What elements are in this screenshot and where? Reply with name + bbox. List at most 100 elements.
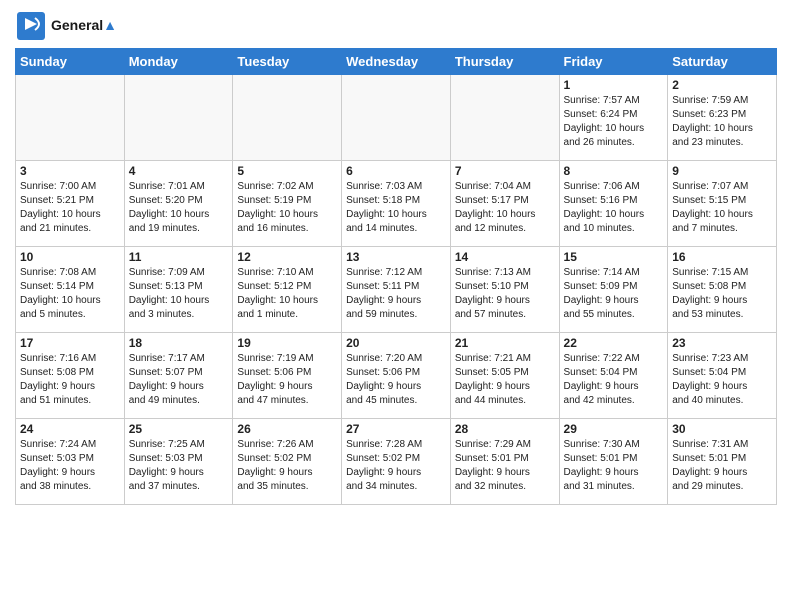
day-number: 18 (129, 336, 229, 350)
calendar-cell: 30 Sunrise: 7:31 AM Sunset: 5:01 PM Dayli… (668, 419, 777, 505)
calendar-cell: 25 Sunrise: 7:25 AM Sunset: 5:03 PM Dayli… (124, 419, 233, 505)
day-info: Sunrise: 7:14 AM Sunset: 5:09 PM Dayligh… (564, 266, 664, 322)
day-number: 1 (564, 78, 664, 92)
calendar-cell (450, 75, 559, 161)
day-info: Sunrise: 7:00 AM Sunset: 5:21 PM Dayligh… (20, 180, 120, 236)
weekday-header-wednesday: Wednesday (342, 49, 451, 75)
day-number: 13 (346, 250, 446, 264)
day-number: 2 (672, 78, 772, 92)
day-number: 6 (346, 164, 446, 178)
calendar-cell: 8Sunrise: 7:06 AM Sunset: 5:16 PM Daylig… (559, 161, 668, 247)
calendar-cell: 18 Sunrise: 7:17 AM Sunset: 5:07 PM Dayli… (124, 333, 233, 419)
calendar-cell: 2 Sunrise: 7:59 AM Sunset: 6:23 PM Daylig… (668, 75, 777, 161)
calendar-cell (124, 75, 233, 161)
calendar-cell: 27 Sunrise: 7:28 AM Sunset: 5:02 PM Dayli… (342, 419, 451, 505)
day-info: Sunrise: 7:29 AM Sunset: 5:01 PM Dayligh… (455, 438, 555, 494)
day-number: 4 (129, 164, 229, 178)
day-number: 24 (20, 422, 120, 436)
weekday-header-saturday: Saturday (668, 49, 777, 75)
day-number: 28 (455, 422, 555, 436)
calendar-cell: 15 Sunrise: 7:14 AM Sunset: 5:09 PM Dayli… (559, 247, 668, 333)
calendar-cell: 7Sunrise: 7:04 AM Sunset: 5:17 PM Daylig… (450, 161, 559, 247)
day-number: 15 (564, 250, 664, 264)
day-number: 26 (237, 422, 337, 436)
calendar-cell: 21 Sunrise: 7:21 AM Sunset: 5:05 PM Dayli… (450, 333, 559, 419)
calendar: SundayMondayTuesdayWednesdayThursdayFrid… (15, 48, 777, 505)
day-number: 12 (237, 250, 337, 264)
day-info: Sunrise: 7:22 AM Sunset: 5:04 PM Dayligh… (564, 352, 664, 408)
calendar-cell: 10 Sunrise: 7:08 AM Sunset: 5:14 PM Dayli… (16, 247, 125, 333)
day-number: 27 (346, 422, 446, 436)
day-info: Sunrise: 7:57 AM Sunset: 6:24 PM Dayligh… (564, 94, 664, 150)
day-info: Sunrise: 7:17 AM Sunset: 5:07 PM Dayligh… (129, 352, 229, 408)
day-number: 21 (455, 336, 555, 350)
calendar-cell: 19 Sunrise: 7:19 AM Sunset: 5:06 PM Dayli… (233, 333, 342, 419)
weekday-header-tuesday: Tuesday (233, 49, 342, 75)
day-info: Sunrise: 7:03 AM Sunset: 5:18 PM Dayligh… (346, 180, 446, 236)
day-info: Sunrise: 7:07 AM Sunset: 5:15 PM Dayligh… (672, 180, 772, 236)
calendar-cell: 22 Sunrise: 7:22 AM Sunset: 5:04 PM Dayli… (559, 333, 668, 419)
calendar-cell: 28 Sunrise: 7:29 AM Sunset: 5:01 PM Dayli… (450, 419, 559, 505)
day-info: Sunrise: 7:19 AM Sunset: 5:06 PM Dayligh… (237, 352, 337, 408)
day-number: 17 (20, 336, 120, 350)
calendar-cell: 14 Sunrise: 7:13 AM Sunset: 5:10 PM Dayli… (450, 247, 559, 333)
calendar-cell: 3 Sunrise: 7:00 AM Sunset: 5:21 PM Daylig… (16, 161, 125, 247)
day-info: Sunrise: 7:06 AM Sunset: 5:16 PM Dayligh… (564, 180, 664, 236)
calendar-cell: 23 Sunrise: 7:23 AM Sunset: 5:04 PM Dayli… (668, 333, 777, 419)
calendar-cell: 24 Sunrise: 7:24 AM Sunset: 5:03 PM Dayli… (16, 419, 125, 505)
weekday-header-sunday: Sunday (16, 49, 125, 75)
calendar-cell (233, 75, 342, 161)
day-info: Sunrise: 7:59 AM Sunset: 6:23 PM Dayligh… (672, 94, 772, 150)
calendar-cell: 16 Sunrise: 7:15 AM Sunset: 5:08 PM Dayli… (668, 247, 777, 333)
calendar-cell: 12Sunrise: 7:10 AM Sunset: 5:12 PM Dayli… (233, 247, 342, 333)
calendar-cell: 17 Sunrise: 7:16 AM Sunset: 5:08 PM Dayli… (16, 333, 125, 419)
day-number: 29 (564, 422, 664, 436)
weekday-header-friday: Friday (559, 49, 668, 75)
day-info: Sunrise: 7:20 AM Sunset: 5:06 PM Dayligh… (346, 352, 446, 408)
day-info: Sunrise: 7:30 AM Sunset: 5:01 PM Dayligh… (564, 438, 664, 494)
weekday-header-thursday: Thursday (450, 49, 559, 75)
day-number: 3 (20, 164, 120, 178)
day-info: Sunrise: 7:24 AM Sunset: 5:03 PM Dayligh… (20, 438, 120, 494)
day-number: 25 (129, 422, 229, 436)
day-info: Sunrise: 7:25 AM Sunset: 5:03 PM Dayligh… (129, 438, 229, 494)
day-number: 19 (237, 336, 337, 350)
day-info: Sunrise: 7:13 AM Sunset: 5:10 PM Dayligh… (455, 266, 555, 322)
day-number: 30 (672, 422, 772, 436)
page: General▲ SundayMondayTuesdayWednesdayThu… (0, 0, 792, 515)
day-info: Sunrise: 7:26 AM Sunset: 5:02 PM Dayligh… (237, 438, 337, 494)
day-info: Sunrise: 7:28 AM Sunset: 5:02 PM Dayligh… (346, 438, 446, 494)
day-number: 20 (346, 336, 446, 350)
logo: General▲ (15, 10, 117, 42)
day-info: Sunrise: 7:31 AM Sunset: 5:01 PM Dayligh… (672, 438, 772, 494)
calendar-cell (342, 75, 451, 161)
day-number: 16 (672, 250, 772, 264)
day-info: Sunrise: 7:21 AM Sunset: 5:05 PM Dayligh… (455, 352, 555, 408)
calendar-cell (16, 75, 125, 161)
day-number: 14 (455, 250, 555, 264)
weekday-header-monday: Monday (124, 49, 233, 75)
day-number: 11 (129, 250, 229, 264)
day-info: Sunrise: 7:08 AM Sunset: 5:14 PM Dayligh… (20, 266, 120, 322)
calendar-cell: 6 Sunrise: 7:03 AM Sunset: 5:18 PM Daylig… (342, 161, 451, 247)
day-number: 10 (20, 250, 120, 264)
day-info: Sunrise: 7:02 AM Sunset: 5:19 PM Dayligh… (237, 180, 337, 236)
day-info: Sunrise: 7:16 AM Sunset: 5:08 PM Dayligh… (20, 352, 120, 408)
day-number: 22 (564, 336, 664, 350)
calendar-cell: 13Sunrise: 7:12 AM Sunset: 5:11 PM Dayli… (342, 247, 451, 333)
day-number: 23 (672, 336, 772, 350)
calendar-week-2: 3 Sunrise: 7:00 AM Sunset: 5:21 PM Daylig… (16, 161, 777, 247)
calendar-cell: 20 Sunrise: 7:20 AM Sunset: 5:06 PM Dayli… (342, 333, 451, 419)
calendar-cell: 26 Sunrise: 7:26 AM Sunset: 5:02 PM Dayli… (233, 419, 342, 505)
day-info: Sunrise: 7:04 AM Sunset: 5:17 PM Dayligh… (455, 180, 555, 236)
calendar-week-1: 1 Sunrise: 7:57 AM Sunset: 6:24 PM Daylig… (16, 75, 777, 161)
logo-icon (15, 10, 47, 42)
header: General▲ (15, 10, 777, 42)
day-info: Sunrise: 7:09 AM Sunset: 5:13 PM Dayligh… (129, 266, 229, 322)
calendar-week-4: 17 Sunrise: 7:16 AM Sunset: 5:08 PM Dayli… (16, 333, 777, 419)
calendar-cell: 9Sunrise: 7:07 AM Sunset: 5:15 PM Daylig… (668, 161, 777, 247)
day-info: Sunrise: 7:01 AM Sunset: 5:20 PM Dayligh… (129, 180, 229, 236)
calendar-cell: 5Sunrise: 7:02 AM Sunset: 5:19 PM Daylig… (233, 161, 342, 247)
day-info: Sunrise: 7:23 AM Sunset: 5:04 PM Dayligh… (672, 352, 772, 408)
day-info: Sunrise: 7:15 AM Sunset: 5:08 PM Dayligh… (672, 266, 772, 322)
